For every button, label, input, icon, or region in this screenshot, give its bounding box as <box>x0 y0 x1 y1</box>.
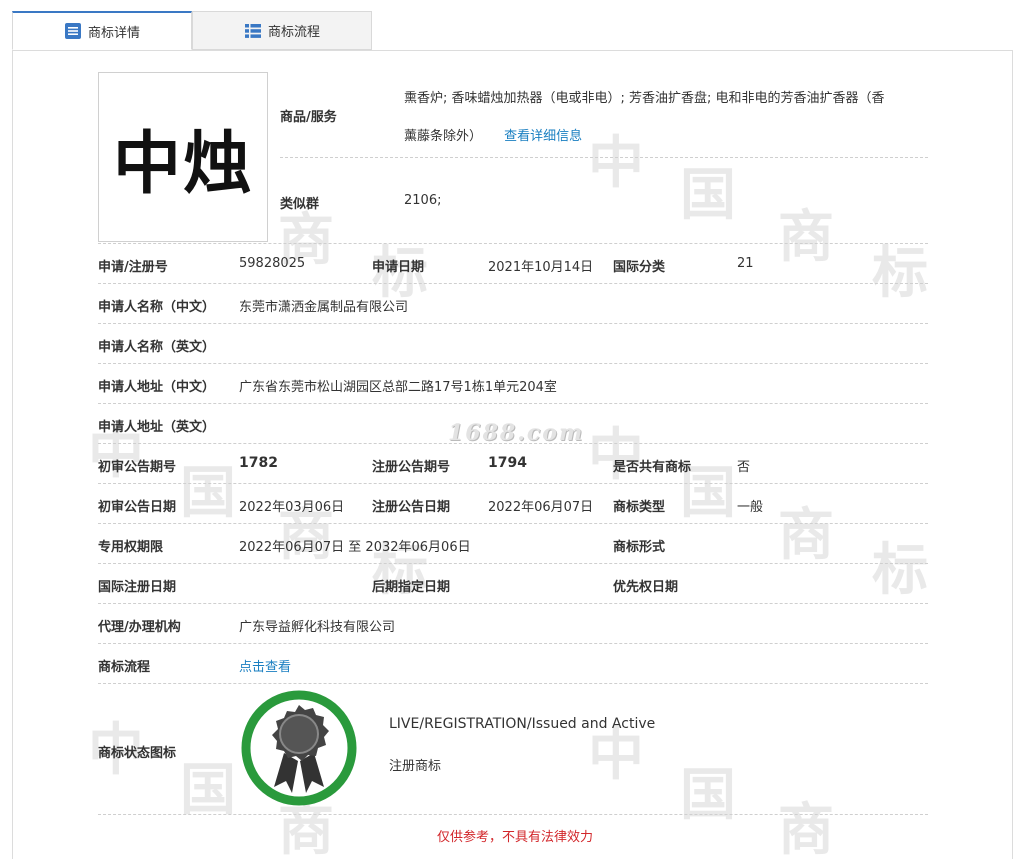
status-cn-text: 注册商标 <box>389 759 442 774</box>
divider <box>98 603 928 604</box>
goods-services-value-line2-text: 薰藤条除外） <box>404 129 483 144</box>
divider <box>98 523 928 524</box>
divider <box>98 443 928 444</box>
tm-type-value: 一般 <box>737 500 764 515</box>
goods-services-value-line2: 薰藤条除外） 查看详细信息 <box>404 125 582 144</box>
tm-form-label: 商标形式 <box>613 540 666 555</box>
prelim-pub-date-value: 2022年03月06日 <box>239 500 345 515</box>
divider <box>98 403 928 404</box>
view-flow-link[interactable]: 点击查看 <box>239 656 291 675</box>
tab-trademark-flow[interactable]: 商标流程 <box>192 11 372 50</box>
disclaimer-text: 仅供参考，不具有法律效力 <box>436 830 593 845</box>
prelim-pub-no-value: 1782 <box>239 455 278 471</box>
goods-services-value-line1: 熏香炉; 香味蜡烛加热器（电或非电）; 芳香油扩香盘; 电和非电的芳香油扩香器（… <box>404 91 885 106</box>
tm-type-label: 商标类型 <box>613 500 666 515</box>
tab-label: 商标详情 <box>87 25 140 41</box>
list-grid-icon <box>244 23 261 38</box>
apply-date-value: 2021年10月14日 <box>488 260 594 275</box>
divider <box>280 157 928 158</box>
prelim-pub-no-label: 初审公告期号 <box>98 460 177 475</box>
divider <box>98 563 928 564</box>
intl-class-label: 国际分类 <box>613 260 666 275</box>
priority-date-label: 优先权日期 <box>613 580 679 595</box>
view-details-link[interactable]: 查看详细信息 <box>504 129 582 144</box>
status-en-text: LIVE/REGISTRATION/Issued and Active <box>389 716 656 732</box>
divider <box>98 243 928 244</box>
tm-flow-label: 商标流程 <box>98 660 151 675</box>
exclusive-term-value: 2022年06月07日 至 2032年06月06日 <box>239 540 471 555</box>
intl-class-value: 21 <box>737 256 754 271</box>
tab-label: 商标流程 <box>267 25 320 40</box>
applicant-cn-value: 东莞市潇洒金属制品有限公司 <box>239 300 409 315</box>
reg-no-value: 59828025 <box>239 256 306 271</box>
goods-services-label: 商品/服务 <box>280 110 337 125</box>
divider <box>98 814 928 815</box>
shared-tm-value: 否 <box>737 460 751 475</box>
document-list-icon <box>64 23 81 39</box>
agent-label: 代理/办理机构 <box>98 620 181 635</box>
registered-badge-icon <box>241 690 357 806</box>
similar-group-label: 类似群 <box>280 197 320 212</box>
trademark-image-text: 中烛 <box>112 123 253 204</box>
shared-tm-label: 是否共有商标 <box>613 460 692 475</box>
divider <box>98 643 928 644</box>
divider <box>98 483 928 484</box>
applicant-en-label: 申请人名称（英文） <box>98 340 216 355</box>
tab-trademark-detail[interactable]: 商标详情 <box>12 11 192 50</box>
prelim-pub-date-label: 初审公告日期 <box>98 500 177 515</box>
apply-date-label: 申请日期 <box>372 260 425 275</box>
exclusive-term-label: 专用权期限 <box>98 540 164 555</box>
divider <box>98 283 928 284</box>
later-designation-date-label: 后期指定日期 <box>372 580 451 595</box>
address-cn-value: 广东省东莞市松山湖园区总部二路17号1栋1单元204室 <box>239 380 557 395</box>
divider <box>98 363 928 364</box>
reg-pub-date-label: 注册公告日期 <box>372 500 451 515</box>
status-icon-label: 商标状态图标 <box>98 746 177 761</box>
address-cn-label: 申请人地址（中文） <box>98 380 216 395</box>
reg-pub-date-value: 2022年06月07日 <box>488 500 594 515</box>
similar-group-value: 2106; <box>404 193 442 208</box>
reg-pub-no-value: 1794 <box>488 455 527 471</box>
applicant-cn-label: 申请人名称（中文） <box>98 300 216 315</box>
trademark-image: 中烛 <box>98 72 268 242</box>
reg-pub-no-label: 注册公告期号 <box>372 460 451 475</box>
intl-reg-date-label: 国际注册日期 <box>98 580 177 595</box>
reg-no-label: 申请/注册号 <box>98 260 168 275</box>
address-en-label: 申请人地址（英文） <box>98 420 216 435</box>
divider <box>98 683 928 684</box>
agent-value: 广东导益孵化科技有限公司 <box>239 620 396 635</box>
divider <box>98 323 928 324</box>
